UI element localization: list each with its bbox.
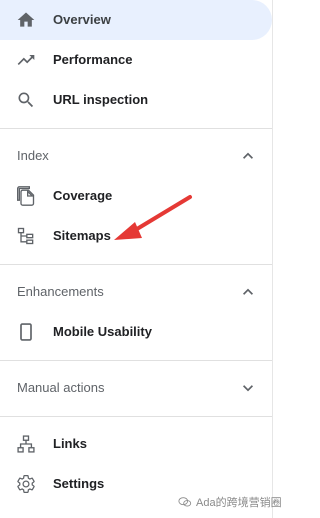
sidebar-item-coverage[interactable]: Coverage	[0, 176, 272, 216]
sidebar-item-url-inspection[interactable]: URL inspection	[0, 80, 272, 120]
sidebar-item-mobile-usability[interactable]: Mobile Usability	[0, 312, 272, 352]
chevron-up-icon	[238, 282, 258, 302]
sidebar-item-performance[interactable]: Performance	[0, 40, 272, 80]
sidebar-item-label: URL inspection	[53, 92, 149, 107]
sidebar-item-label: Sitemaps	[53, 228, 111, 243]
watermark-text: Ada的跨境营销圈	[196, 497, 282, 509]
divider	[0, 128, 272, 129]
section-title: Manual actions	[17, 380, 105, 395]
divider	[0, 264, 272, 265]
chevron-down-icon	[238, 378, 258, 398]
sidebar-item-label: Links	[53, 436, 87, 451]
sidebar-item-label: Performance	[53, 52, 133, 67]
sidebar-item-label: Mobile Usability	[53, 324, 152, 339]
watermark: Ada的跨境营销圈	[178, 492, 282, 512]
divider	[0, 416, 272, 417]
smartphone-icon	[16, 322, 36, 342]
section-title: Index	[17, 148, 49, 163]
sidebar-item-label: Settings	[53, 476, 105, 491]
links-icon	[16, 434, 36, 454]
sitemap-icon	[16, 226, 36, 246]
section-header-enhancements[interactable]: Enhancements	[0, 272, 272, 312]
section-title: Enhancements	[17, 284, 104, 299]
section-header-manual-actions[interactable]: Manual actions	[0, 368, 272, 408]
home-icon	[16, 10, 36, 30]
trending-up-icon	[16, 50, 36, 70]
sidebar-item-label: Overview	[53, 12, 111, 27]
coverage-icon	[16, 186, 36, 206]
sidebar-nav: Overview Performance URL inspection Inde…	[0, 0, 273, 518]
sidebar-item-overview[interactable]: Overview	[0, 0, 272, 40]
sidebar-item-links[interactable]: Links	[0, 424, 272, 464]
gear-icon	[16, 474, 36, 494]
divider	[0, 360, 272, 361]
search-icon	[16, 90, 36, 110]
section-header-index[interactable]: Index	[0, 136, 272, 176]
sidebar-item-label: Coverage	[53, 188, 113, 203]
chat-bubble-icon	[178, 497, 192, 507]
chevron-up-icon	[238, 146, 258, 166]
sidebar-item-sitemaps[interactable]: Sitemaps	[0, 216, 272, 256]
